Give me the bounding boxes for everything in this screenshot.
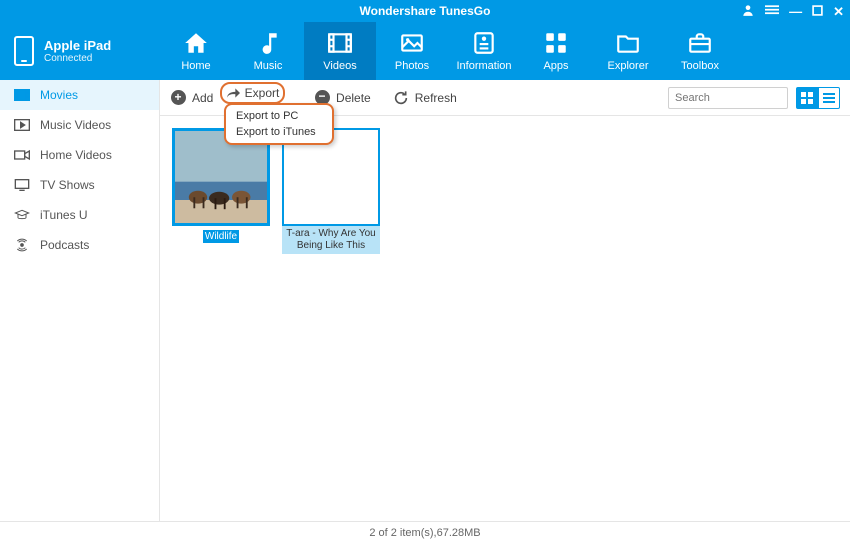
titlebar: Wondershare TunesGo — ✕ xyxy=(0,0,850,22)
add-button[interactable]: + Add xyxy=(170,90,213,106)
app-title: Wondershare TunesGo xyxy=(360,4,491,18)
export-dropdown: Export Export to PC Export to iTunes xyxy=(224,103,334,145)
status-bar: 2 of 2 item(s),67.28MB xyxy=(0,521,850,543)
header: Apple iPad Connected Home Music Videos P… xyxy=(0,22,850,80)
export-to-pc[interactable]: Export to PC xyxy=(226,108,332,124)
view-list-button[interactable] xyxy=(818,87,840,109)
export-icon xyxy=(226,87,240,99)
sidebar-item-itunes-u[interactable]: iTunes U xyxy=(0,200,159,230)
status-text: 2 of 2 item(s),67.28MB xyxy=(369,527,480,539)
menu-icon[interactable] xyxy=(765,3,779,19)
device-status: Connected xyxy=(44,53,111,64)
maximize-button[interactable] xyxy=(812,5,823,18)
view-grid-button[interactable] xyxy=(796,87,818,109)
search-box[interactable] xyxy=(668,87,788,109)
tab-explorer[interactable]: Explorer xyxy=(592,22,664,80)
sidebar-item-movies[interactable]: Movies xyxy=(0,80,159,110)
video-label: Wildlife xyxy=(203,230,239,243)
sidebar-item-podcasts[interactable]: Podcasts xyxy=(0,230,159,260)
minimize-button[interactable]: — xyxy=(789,5,802,18)
user-icon[interactable] xyxy=(741,3,755,19)
video-item-tara[interactable]: T-ara - Why Are You Being Like This xyxy=(282,128,380,254)
export-button[interactable]: Export xyxy=(220,82,285,104)
sidebar-item-home-videos[interactable]: Home Videos xyxy=(0,140,159,170)
video-grid: Wildlife T-ara - Why Are You Being Like … xyxy=(160,116,850,521)
tab-apps[interactable]: Apps xyxy=(520,22,592,80)
sidebar-item-music-videos[interactable]: Music Videos xyxy=(0,110,159,140)
close-button[interactable]: ✕ xyxy=(833,5,844,18)
device-panel[interactable]: Apple iPad Connected xyxy=(0,22,160,80)
refresh-button[interactable]: Refresh xyxy=(393,90,457,106)
refresh-icon xyxy=(393,90,409,106)
sidebar: Movies Music Videos Home Videos TV Shows… xyxy=(0,80,160,521)
tab-videos[interactable]: Videos xyxy=(304,22,376,80)
toolbar: + Add Export − Delete Refresh xyxy=(160,80,850,116)
tab-home[interactable]: Home xyxy=(160,22,232,80)
video-label: T-ara - Why Are You Being Like This xyxy=(282,226,380,254)
tab-music[interactable]: Music xyxy=(232,22,304,80)
tab-photos[interactable]: Photos xyxy=(376,22,448,80)
device-icon xyxy=(14,36,34,66)
video-item-wildlife[interactable]: Wildlife xyxy=(172,128,270,244)
plus-icon: + xyxy=(171,90,186,105)
sidebar-item-tv-shows[interactable]: TV Shows xyxy=(0,170,159,200)
export-to-itunes[interactable]: Export to iTunes xyxy=(226,124,332,140)
tab-toolbox[interactable]: Toolbox xyxy=(664,22,736,80)
tab-information[interactable]: Information xyxy=(448,22,520,80)
device-name: Apple iPad xyxy=(44,38,111,53)
